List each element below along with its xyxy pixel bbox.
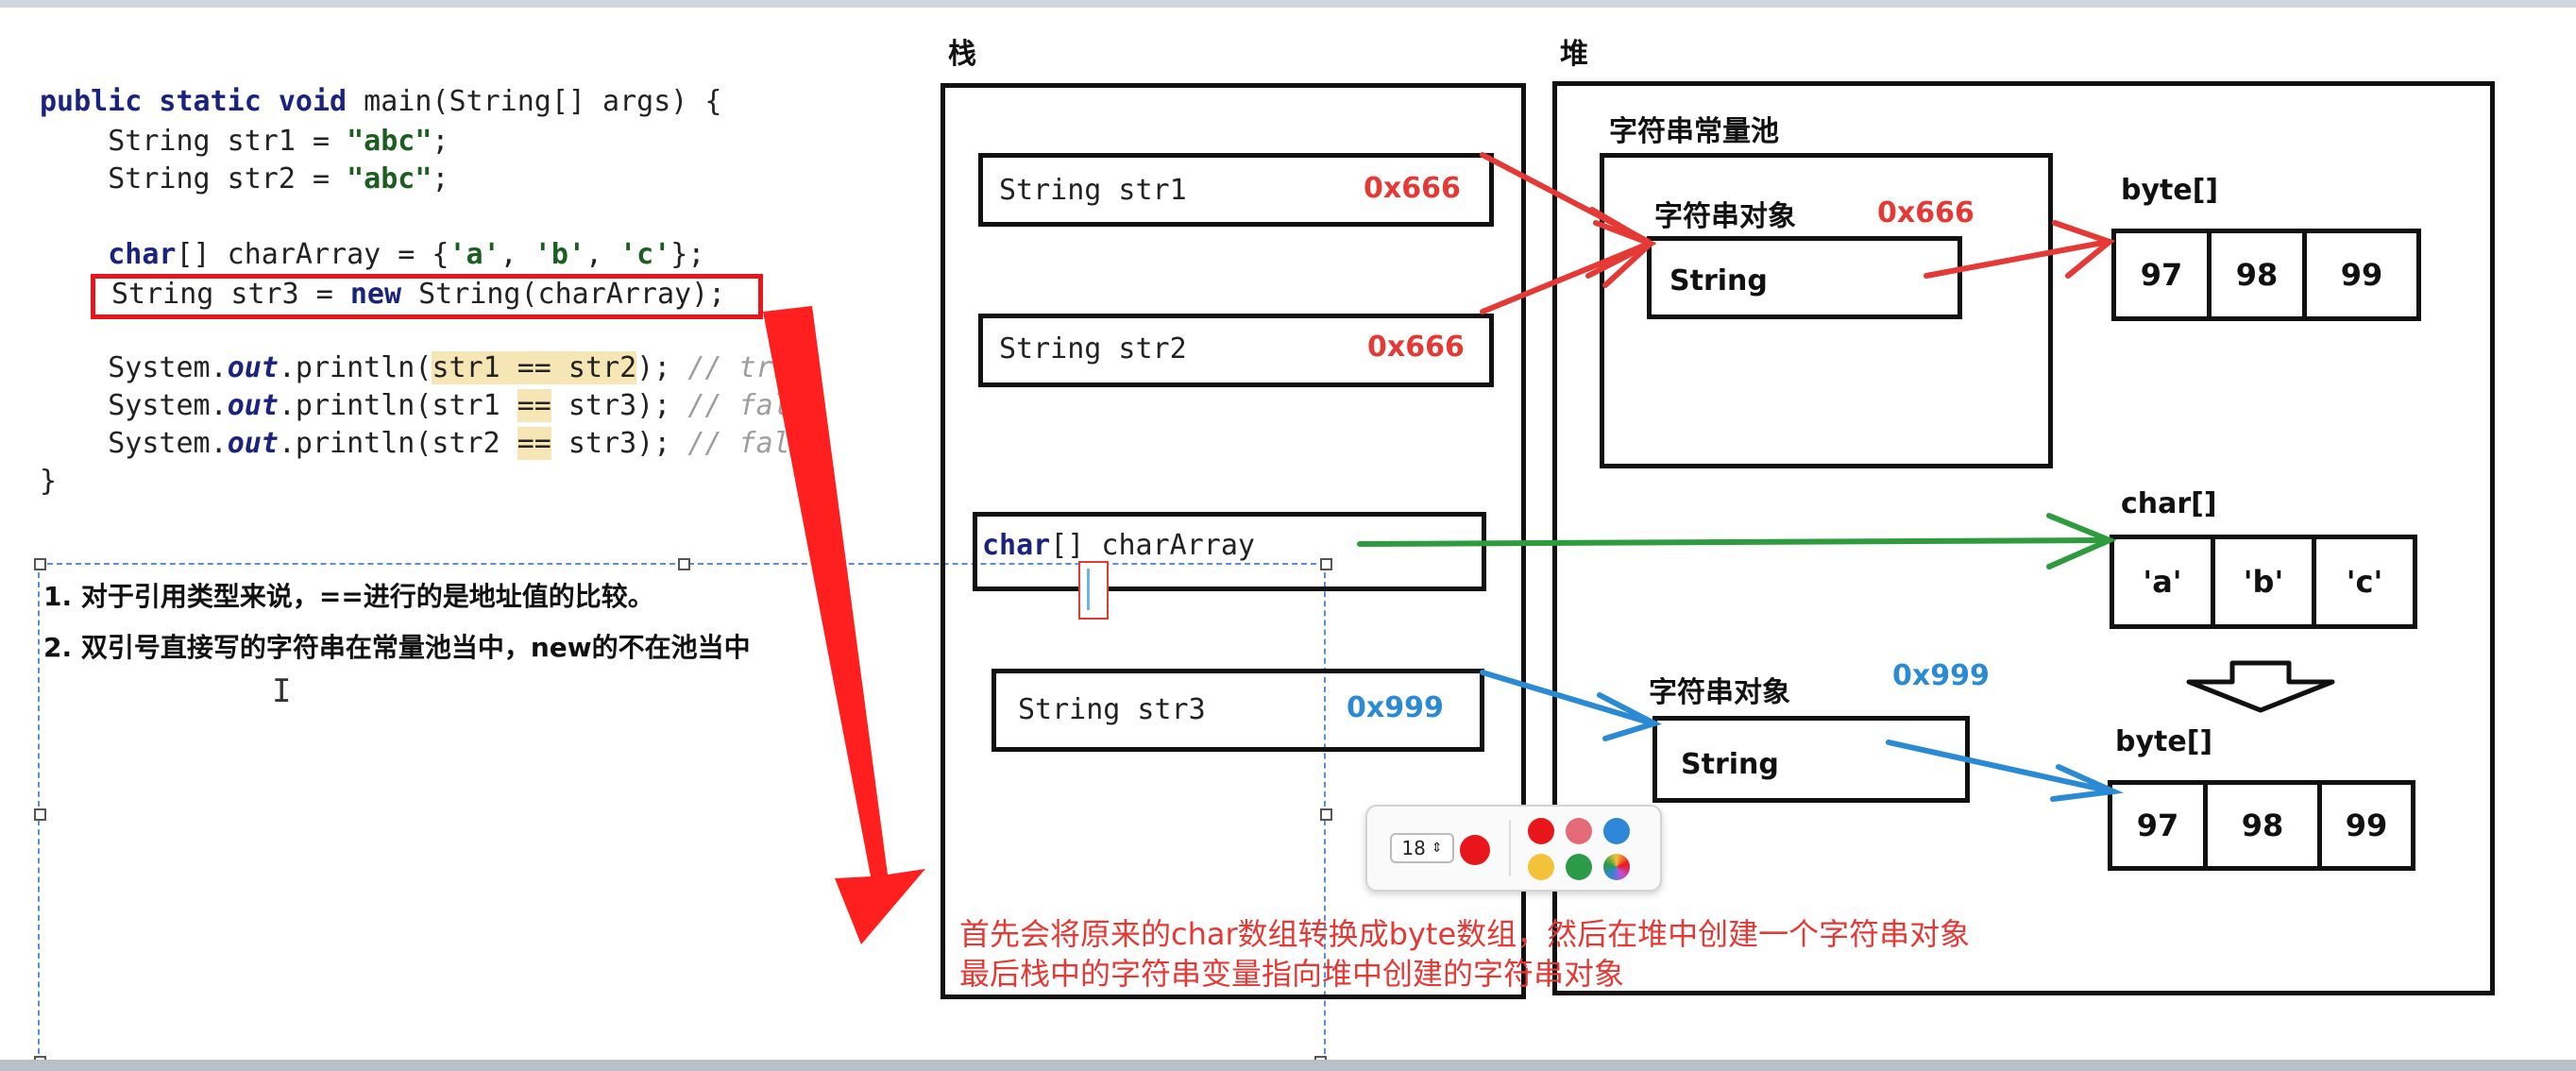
color-pink-swatch[interactable]: [1566, 818, 1592, 844]
annotation-toolbar: 18 ⇕: [1365, 805, 1662, 892]
caption-line-2: 最后栈中的字符串变量指向堆中创建的字符串对象: [959, 956, 1625, 992]
arrow-str2-to-pool: [1480, 220, 1656, 314]
caption-line-1: 首先会将原来的char数组转换成byte数组，然后在堆中创建一个字符串对象: [959, 916, 1971, 952]
arrow-object-to-bytes: [1886, 740, 2125, 802]
screen: public static void main(String[] args) {…: [0, 0, 2576, 1071]
color-blue-swatch[interactable]: [1603, 818, 1630, 844]
arrow-chararray-to-heap: [1357, 513, 2117, 570]
arrow-pool-to-bytes: [1924, 220, 2116, 279]
color-red-swatch[interactable]: [1528, 818, 1554, 844]
big-red-arrow-icon: [763, 306, 925, 944]
toolbar-divider: [1509, 820, 1511, 876]
color-green-swatch[interactable]: [1566, 854, 1592, 880]
arrow-str3-to-object: [1480, 670, 1662, 741]
stepper-arrows-icon: ⇕: [1431, 841, 1443, 856]
window-bottom-edge: [0, 1060, 2576, 1071]
font-size-value: 18: [1401, 837, 1426, 859]
current-color-swatch[interactable]: [1460, 835, 1490, 865]
arrow-str1-to-pool: [1480, 152, 1657, 279]
color-picker-icon[interactable]: [1603, 854, 1630, 880]
conversion-down-arrow-icon: [2186, 660, 2335, 713]
font-size-stepper[interactable]: 18 ⇕: [1390, 833, 1454, 863]
color-yellow-swatch[interactable]: [1528, 854, 1554, 880]
